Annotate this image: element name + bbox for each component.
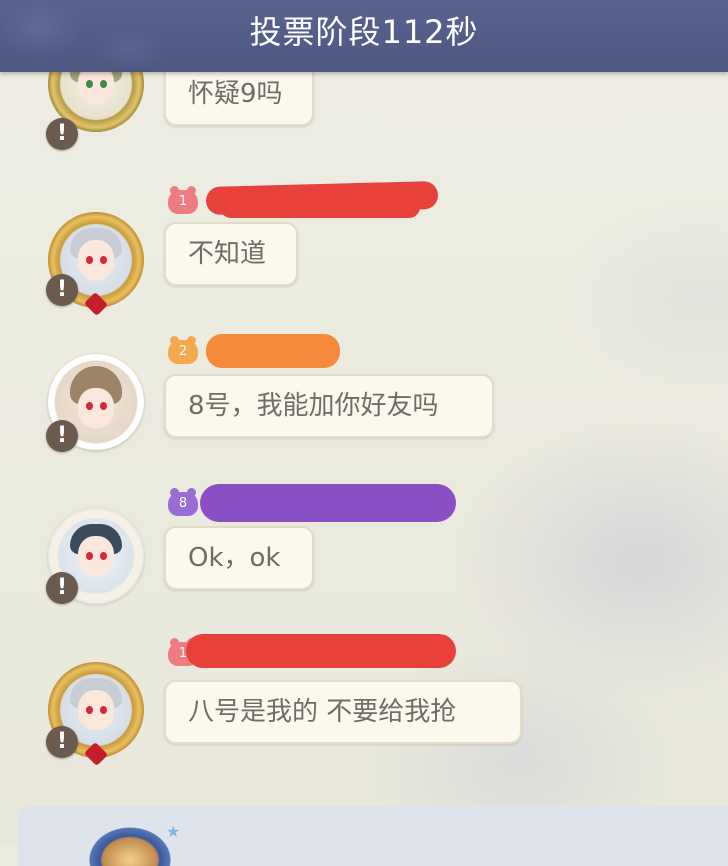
player-name-redacted [206,334,340,368]
avatar-face [78,388,114,428]
seat-number: 8 [178,496,188,511]
avatar-eye [86,552,93,560]
report-warning-icon[interactable]: ! [46,274,78,306]
report-warning-icon[interactable]: ! [46,572,78,604]
seat-number-badge: 1 [168,186,198,214]
seat-number-badge: 8 [168,488,198,516]
message-text: Ok，ok [188,543,281,573]
player-name-redacted [200,484,456,522]
report-warning-icon[interactable]: ! [46,118,78,150]
avatar-gem [83,291,109,317]
avatar-face [78,240,114,280]
avatar-eye [86,256,93,264]
seat-number-badge: 2 [168,336,198,364]
seat-number: 1 [178,194,188,209]
star-icon: ★ [166,822,181,841]
message-bubble: Ok，ok [164,526,314,590]
player-name-redacted [186,634,456,668]
message-text: 怀疑9吗 [188,79,283,109]
message-bubble: 不知道 [164,222,298,286]
avatar-eye [100,552,107,560]
avatar-gem [83,741,109,767]
report-warning-icon[interactable]: ! [46,420,78,452]
message-text: 八号是我的 不要给我抢 [188,697,457,727]
avatar-eye [100,706,107,714]
avatar-face [78,536,114,576]
player-name-redacted [220,196,420,218]
avatar-eye [100,80,107,88]
avatar-eye [86,80,93,88]
message-bubble: 8号，我能加你好友吗 [164,374,494,438]
seat-number: 2 [178,344,188,359]
message-bubble: 怀疑9吗 [164,72,314,126]
avatar-eye [86,706,93,714]
avatar-eye [100,402,107,410]
phase-header: 投票阶段112秒 [0,0,728,72]
message-text: 8号，我能加你好友吗 [188,391,439,421]
avatar-face [78,72,114,104]
chat-message-list[interactable]: ! 怀疑9吗 1 ! 不知道 2 ! 8号，我能加你好友吗 8 ! Ok，ok … [0,72,728,812]
report-warning-icon[interactable]: ! [46,726,78,758]
vote-phase-timer: 投票阶段112秒 [249,13,479,51]
message-text: 不知道 [188,239,267,269]
message-bubble: 八号是我的 不要给我抢 [164,680,522,744]
avatar-face [78,690,114,730]
avatar-eye [100,256,107,264]
avatar-eye [86,402,93,410]
